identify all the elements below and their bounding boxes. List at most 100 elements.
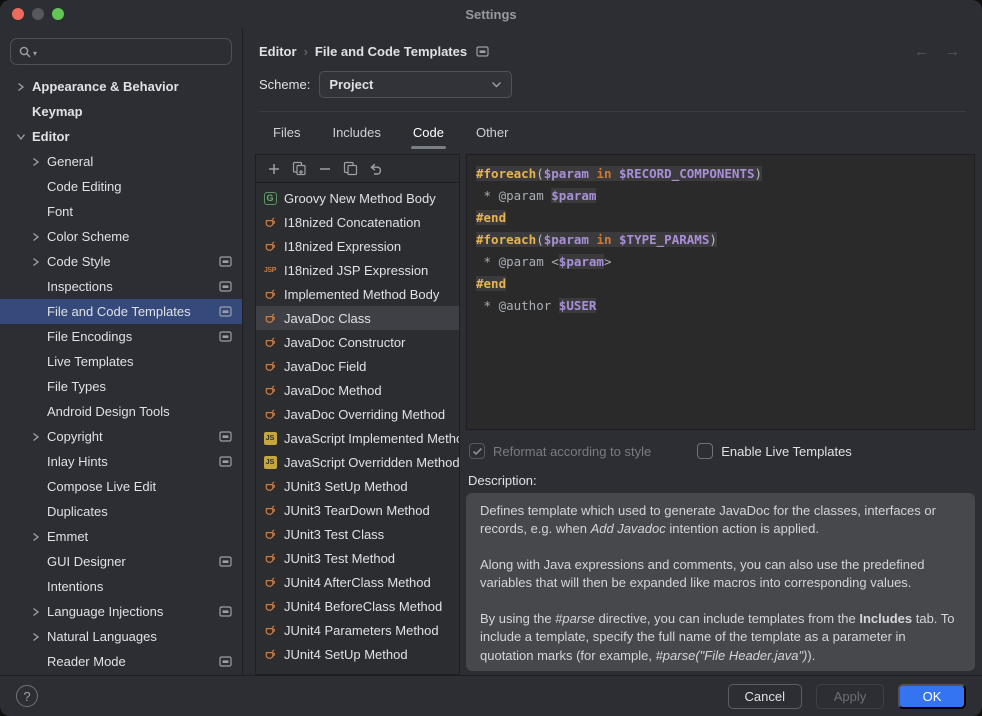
sidebar-item-duplicates[interactable]: Duplicates: [0, 499, 242, 524]
help-button[interactable]: ?: [16, 685, 38, 707]
close-window-button[interactable]: [12, 8, 24, 20]
chevron-down-icon: [491, 81, 502, 88]
tab-files[interactable]: Files: [261, 119, 312, 149]
sidebar-item-live-templates[interactable]: Live Templates: [0, 349, 242, 374]
template-item-i18nized-concatenation[interactable]: I18nized Concatenation: [256, 210, 459, 234]
template-item-junit4-afterclass-method[interactable]: JUnit4 AfterClass Method: [256, 570, 459, 594]
template-item-javascript-overridden-method[interactable]: JSJavaScript Overridden Method: [256, 450, 459, 474]
sidebar-item-font[interactable]: Font: [0, 199, 242, 224]
create-child-template-button[interactable]: [292, 161, 307, 176]
chevron-right-icon[interactable]: [28, 232, 44, 242]
sidebar-item-android-design-tools[interactable]: Android Design Tools: [0, 399, 242, 424]
sidebar-item-general[interactable]: General: [0, 149, 242, 174]
template-item-javadoc-class[interactable]: JavaDoc Class: [256, 306, 459, 330]
ok-button[interactable]: OK: [898, 684, 966, 709]
breadcrumb-root[interactable]: Editor: [259, 44, 297, 59]
scheme-value: Project: [329, 77, 373, 92]
template-item-junit3-test-method[interactable]: JUnit3 Test Method: [256, 546, 459, 570]
sidebar-item-copyright[interactable]: Copyright: [0, 424, 242, 449]
project-level-icon: [219, 281, 232, 292]
chevron-right-icon[interactable]: [28, 632, 44, 642]
template-item-i18nized-jsp-expression[interactable]: JSPI18nized JSP Expression: [256, 258, 459, 282]
sidebar-item-keymap[interactable]: Keymap: [0, 99, 242, 124]
search-input[interactable]: [38, 43, 224, 60]
jsp-file-icon: JSP: [263, 267, 277, 274]
chevron-right-icon[interactable]: [28, 257, 44, 267]
template-item-javadoc-method[interactable]: JavaDoc Method: [256, 378, 459, 402]
template-item-junit3-setup-method[interactable]: JUnit3 SetUp Method: [256, 474, 459, 498]
java-file-icon: [263, 408, 277, 421]
description-label: Description:: [468, 473, 975, 488]
java-file-icon: [263, 600, 277, 613]
sidebar-item-appearance-behavior[interactable]: Appearance & Behavior: [0, 74, 242, 99]
sidebar-item-file-types[interactable]: File Types: [0, 374, 242, 399]
template-toolbar: [256, 155, 459, 183]
sidebar-item-intentions[interactable]: Intentions: [0, 574, 242, 599]
sidebar-item-file-and-code-templates[interactable]: File and Code Templates: [0, 299, 242, 324]
chevron-right-icon[interactable]: [28, 607, 44, 617]
sidebar-item-label: Inlay Hints: [47, 454, 108, 469]
template-item-i18nized-expression[interactable]: I18nized Expression: [256, 234, 459, 258]
settings-search[interactable]: ▾: [10, 38, 232, 65]
template-item-javadoc-overriding-method[interactable]: JavaDoc Overriding Method: [256, 402, 459, 426]
sidebar-item-file-encodings[interactable]: File Encodings: [0, 324, 242, 349]
sidebar-item-color-scheme[interactable]: Color Scheme: [0, 224, 242, 249]
sidebar-item-gui-designer[interactable]: GUI Designer: [0, 549, 242, 574]
sidebar-item-language-injections[interactable]: Language Injections: [0, 599, 242, 624]
enable-live-templates-checkbox[interactable]: Enable Live Templates: [697, 443, 852, 459]
reformat-checkbox: Reformat according to style: [469, 443, 651, 459]
sidebar-item-natural-languages[interactable]: Natural Languages: [0, 624, 242, 649]
cancel-button[interactable]: Cancel: [728, 684, 802, 709]
template-item-javascript-implemented-method[interactable]: JSJavaScript Implemented Method: [256, 426, 459, 450]
zoom-window-button[interactable]: [52, 8, 64, 20]
scheme-select[interactable]: Project: [319, 71, 512, 98]
template-item-label: JUnit4 Parameters Method: [284, 623, 439, 638]
tab-code[interactable]: Code: [401, 119, 456, 149]
checkbox-unchecked-icon: [697, 443, 713, 459]
template-item-javadoc-field[interactable]: JavaDoc Field: [256, 354, 459, 378]
chevron-down-icon[interactable]: [13, 133, 29, 141]
sidebar-item-label: File Encodings: [47, 329, 132, 344]
template-item-junit4-parameters-method[interactable]: JUnit4 Parameters Method: [256, 618, 459, 642]
chevron-right-icon[interactable]: [28, 157, 44, 167]
breadcrumb: Editor › File and Code Templates ← →: [259, 38, 966, 64]
add-template-button[interactable]: [267, 162, 281, 176]
template-item-junit3-test-class[interactable]: JUnit3 Test Class: [256, 522, 459, 546]
forward-arrow-icon[interactable]: →: [945, 43, 960, 60]
reset-to-default-button[interactable]: [369, 162, 384, 176]
template-item-label: JUnit4 BeforeClass Method: [284, 599, 442, 614]
sidebar-item-reader-mode[interactable]: Reader Mode: [0, 649, 242, 674]
sidebar-item-compose-live-edit[interactable]: Compose Live Edit: [0, 474, 242, 499]
footer-bar: ? Cancel Apply OK: [0, 675, 982, 716]
tab-other[interactable]: Other: [464, 119, 521, 149]
template-editor[interactable]: #foreach($param in $RECORD_COMPONENTS) *…: [466, 154, 975, 430]
template-list-panel: GGroovy New Method BodyI18nized Concaten…: [255, 154, 460, 675]
tab-includes[interactable]: Includes: [320, 119, 392, 149]
sidebar-item-label: Live Templates: [47, 354, 133, 369]
back-arrow-icon[interactable]: ←: [914, 43, 929, 60]
sidebar-item-inspections[interactable]: Inspections: [0, 274, 242, 299]
sidebar-item-editor[interactable]: Editor: [0, 124, 242, 149]
template-item-implemented-method-body[interactable]: Implemented Method Body: [256, 282, 459, 306]
project-level-icon: [219, 556, 232, 567]
copy-template-button[interactable]: [343, 161, 358, 176]
template-item-junit4-beforeclass-method[interactable]: JUnit4 BeforeClass Method: [256, 594, 459, 618]
sidebar-item-label: Editor: [32, 129, 70, 144]
chevron-right-icon[interactable]: [28, 432, 44, 442]
template-item-junit3-teardown-method[interactable]: JUnit3 TearDown Method: [256, 498, 459, 522]
template-item-javadoc-constructor[interactable]: JavaDoc Constructor: [256, 330, 459, 354]
sidebar-item-code-editing[interactable]: Code Editing: [0, 174, 242, 199]
template-item-groovy-new-method-body[interactable]: GGroovy New Method Body: [256, 186, 459, 210]
sidebar-item-emmet[interactable]: Emmet: [0, 524, 242, 549]
sidebar-item-code-style[interactable]: Code Style: [0, 249, 242, 274]
sidebar-item-label: Natural Languages: [47, 629, 157, 644]
search-history-chevron-icon[interactable]: ▾: [33, 49, 37, 58]
sidebar-item-inlay-hints[interactable]: Inlay Hints: [0, 449, 242, 474]
chevron-right-icon[interactable]: [28, 532, 44, 542]
sidebar-item-label: Compose Live Edit: [47, 479, 156, 494]
template-item-junit4-setup-method[interactable]: JUnit4 SetUp Method: [256, 642, 459, 666]
sidebar-item-label: Duplicates: [47, 504, 108, 519]
remove-template-button[interactable]: [318, 162, 332, 176]
template-item-label: JUnit3 TearDown Method: [284, 503, 430, 518]
chevron-right-icon[interactable]: [13, 82, 29, 92]
